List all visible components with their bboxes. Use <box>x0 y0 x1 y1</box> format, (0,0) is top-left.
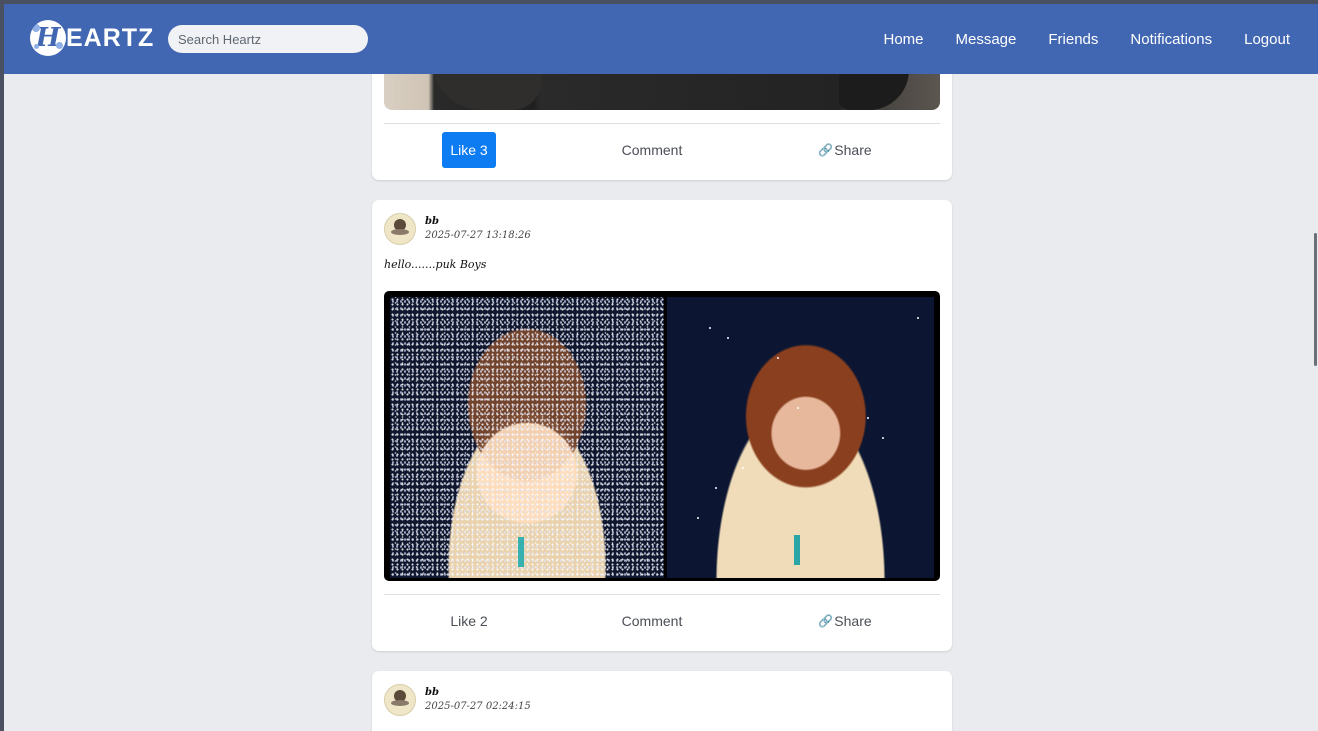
logo-icon: H <box>30 20 66 56</box>
image-panel-noisy <box>390 297 664 578</box>
post-divider <box>384 594 940 595</box>
post-card: bb 2025-07-27 13:18:26 hello.......puk B… <box>372 200 952 651</box>
share-label: Share <box>834 613 872 629</box>
logo[interactable]: H EARTZ <box>30 16 154 60</box>
nav-message[interactable]: Message <box>956 31 1017 48</box>
post-actions: Like 2 Comment 🔗 Share <box>384 603 940 639</box>
like-button[interactable]: Like 2 <box>442 603 496 639</box>
post-header: bb 2025-07-27 13:18:26 <box>384 213 531 245</box>
logo-text: EARTZ <box>66 23 155 52</box>
post-header: bb 2025-07-27 02:24:15 <box>384 684 531 716</box>
comment-button[interactable]: Comment <box>612 132 692 168</box>
share-button[interactable]: 🔗 Share <box>810 132 880 168</box>
page-scrollbar[interactable] <box>1314 233 1317 366</box>
post-card: bb 2025-07-27 02:24:15 <box>372 671 952 731</box>
nav-links: Home Message Friends Notifications Logou… <box>883 4 1290 74</box>
post-author[interactable]: bb <box>425 215 531 229</box>
share-label: Share <box>834 142 872 158</box>
post-actions: Like 3 Comment 🔗 Share <box>384 132 940 168</box>
post-text: hello.......puk Boys <box>384 258 487 271</box>
avatar[interactable] <box>384 213 416 245</box>
nav-friends[interactable]: Friends <box>1048 31 1098 48</box>
post-image[interactable] <box>384 291 940 581</box>
nav-notifications[interactable]: Notifications <box>1130 31 1212 48</box>
share-button[interactable]: 🔗 Share <box>810 603 880 639</box>
link-icon: 🔗 <box>818 614 834 628</box>
navbar: H EARTZ Home Message Friends Notificatio… <box>4 4 1318 74</box>
like-button[interactable]: Like 3 <box>442 132 496 168</box>
post-divider <box>384 123 940 124</box>
search-input[interactable] <box>168 25 368 53</box>
comment-button[interactable]: Comment <box>612 603 692 639</box>
window-top-edge <box>0 0 1318 4</box>
post-timestamp: 2025-07-27 02:24:15 <box>425 701 531 712</box>
nav-home[interactable]: Home <box>883 31 923 48</box>
avatar[interactable] <box>384 684 416 716</box>
image-panel-clean <box>666 297 934 578</box>
nav-logout[interactable]: Logout <box>1244 31 1290 48</box>
window-left-edge <box>0 0 4 731</box>
post-author[interactable]: bb <box>425 686 531 700</box>
post-timestamp: 2025-07-27 13:18:26 <box>425 230 531 241</box>
link-icon: 🔗 <box>818 143 834 157</box>
